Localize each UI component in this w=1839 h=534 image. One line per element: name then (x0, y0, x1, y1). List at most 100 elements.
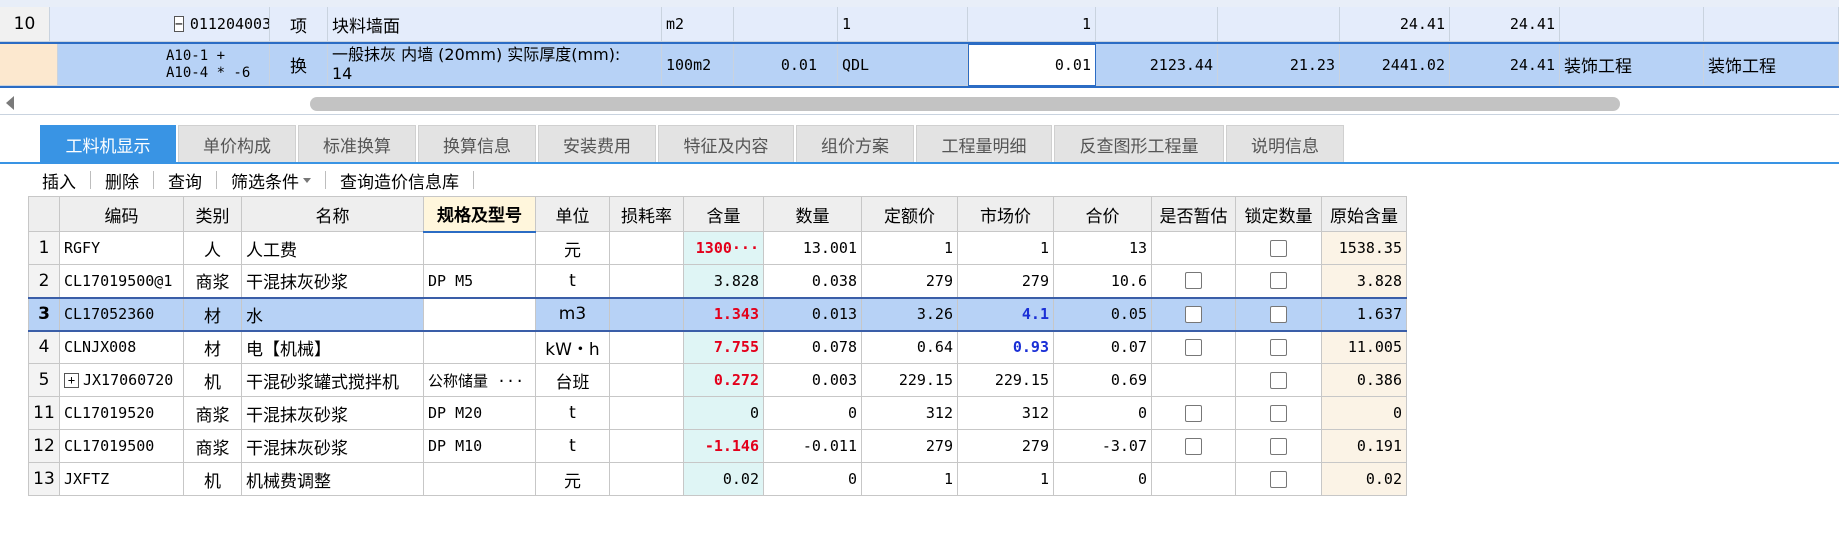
tab-unit-price-composition[interactable]: 单价构成 (178, 125, 296, 163)
loss-rate-header[interactable]: 损耗率 (609, 196, 684, 232)
lock-qty-cell[interactable] (1235, 296, 1322, 332)
category-cell[interactable]: 商浆 (183, 264, 242, 298)
filter-dropdown[interactable]: 筛选条件 (217, 168, 325, 193)
tab-installation-fees[interactable]: 安装费用 (538, 125, 656, 163)
tab-features-content[interactable]: 特征及内容 (658, 125, 794, 163)
unit-cell[interactable]: 元 (535, 462, 610, 496)
tab-quantity-details[interactable]: 工程量明细 (916, 125, 1052, 163)
market-price-cell[interactable]: 279 (957, 264, 1054, 298)
name-cell[interactable]: 人工费 (241, 231, 424, 265)
table-row[interactable]: 1 RGFY 人 人工费 元 1300··· 13.001 1 1 13 1538.35 (28, 231, 1407, 265)
is-estimate-cell[interactable] (1151, 330, 1236, 364)
tab-labor-material-machine[interactable]: 工料机显示 (40, 125, 176, 163)
name-cell[interactable]: 电【机械】 (241, 330, 424, 364)
estimate-checkbox[interactable] (1185, 338, 1202, 356)
unit-cell[interactable]: m3 (535, 296, 610, 332)
lock-qty-checkbox[interactable] (1270, 239, 1287, 257)
table-row[interactable]: 13 JXFTZ 机 机械费调整 元 0.02 0 1 1 0 0.02 (28, 462, 1407, 496)
lock-qty-checkbox[interactable] (1270, 305, 1287, 323)
query-price-db-button[interactable]: 查询造价信息库 (326, 168, 473, 193)
lock-qty-checkbox[interactable] (1270, 470, 1287, 488)
is-estimate-cell[interactable] (1151, 264, 1236, 298)
quantity-cell[interactable]: 0.003 (763, 363, 862, 397)
name-cell[interactable]: 干混抹灰砂浆 (241, 396, 424, 430)
category-cell[interactable]: 机 (183, 462, 242, 496)
loss-rate-cell[interactable] (609, 296, 684, 332)
code-cell[interactable]: RGFY (59, 231, 184, 265)
quota-qty-input[interactable]: 0.01 (968, 44, 1096, 86)
lock-qty-cell[interactable] (1235, 462, 1322, 496)
lock-qty-cell[interactable] (1235, 330, 1322, 364)
estimate-checkbox[interactable] (1185, 404, 1202, 422)
content-cell[interactable]: 0.272 (683, 363, 764, 397)
market-price-cell[interactable]: 0.93 (957, 330, 1054, 364)
row-no-header[interactable] (28, 196, 60, 232)
table-row[interactable]: 4 CLNJX008 材 电【机械】 kW・h 7.755 0.078 0.64 0.93 0.0… (28, 330, 1407, 364)
table-row[interactable]: 2 CL17019500@1 商浆 干混抹灰砂浆 DP M5 t 3.828 0.038 279… (28, 264, 1407, 298)
lock-qty-cell[interactable] (1235, 429, 1322, 463)
content-header[interactable]: 含量 (683, 196, 764, 232)
quantity-header[interactable]: 数量 (763, 196, 862, 232)
spec-cell[interactable]: DP M5 (423, 264, 536, 298)
quota-name-cell[interactable]: 一般抹灰 内墙 (20mm) 实际厚度(mm): 14 (328, 44, 662, 86)
collapse-icon[interactable]: − (174, 16, 184, 32)
market-price-header[interactable]: 市场价 (957, 196, 1054, 232)
quantity-cell[interactable]: 13.001 (763, 231, 862, 265)
bill-row-10[interactable]: 10 − 011204003001 项 块料墙面 m2 1 1 24.41 24… (0, 7, 1839, 42)
quantity-cell[interactable]: 0 (763, 396, 862, 430)
lock-qty-cell[interactable] (1235, 363, 1322, 397)
market-price-cell[interactable]: 4.1 (957, 296, 1054, 332)
loss-rate-cell[interactable] (609, 330, 684, 364)
category-cell[interactable]: 人 (183, 231, 242, 265)
spec-cell[interactable] (423, 462, 536, 496)
quantity-cell[interactable]: 0.013 (763, 296, 862, 332)
spec-cell[interactable] (423, 330, 536, 364)
content-cell[interactable]: -1.146 (683, 429, 764, 463)
bill-code-cell[interactable]: − 011204003001 (50, 7, 270, 42)
tab-pricing-scheme[interactable]: 组价方案 (796, 125, 914, 163)
unit-cell[interactable]: 台班 (535, 363, 610, 397)
spec-header[interactable]: 规格及型号 (423, 196, 536, 233)
market-price-cell[interactable]: 1 (957, 231, 1054, 265)
delete-button[interactable]: 删除 (91, 168, 153, 193)
estimate-checkbox[interactable] (1185, 305, 1202, 323)
table-row[interactable]: 11 CL17019520 商浆 干混抹灰砂浆 DP M20 t 0 0 312 312 0 0 (28, 396, 1407, 430)
market-price-cell[interactable]: 1 (957, 462, 1054, 496)
name-cell[interactable]: 水 (241, 296, 424, 332)
spec-cell[interactable]: DP M10 (423, 429, 536, 463)
tab-standard-conversion[interactable]: 标准换算 (298, 125, 416, 163)
tab-conversion-info[interactable]: 换算信息 (418, 125, 536, 163)
loss-rate-cell[interactable] (609, 231, 684, 265)
estimate-checkbox[interactable] (1185, 272, 1202, 290)
estimate-checkbox[interactable] (1185, 437, 1202, 455)
unit-cell[interactable]: t (535, 396, 610, 430)
lock-qty-checkbox[interactable] (1270, 371, 1287, 389)
quantity-cell[interactable]: 0.078 (763, 330, 862, 364)
table-row[interactable]: 3 CL17052360 材 水 m3 1.343 0.013 3.26 4.1 0.05 1.63… (28, 296, 1407, 332)
loss-rate-cell[interactable] (609, 462, 684, 496)
unit-cell[interactable]: 元 (535, 231, 610, 265)
code-cell[interactable]: CL17019500 (59, 429, 184, 463)
quantity-cell[interactable]: 0.038 (763, 264, 862, 298)
name-cell[interactable]: 机械费调整 (241, 462, 424, 496)
content-cell[interactable]: 7.755 (683, 330, 764, 364)
market-price-cell[interactable]: 229.15 (957, 363, 1054, 397)
spec-cell[interactable]: DP M20 (423, 396, 536, 430)
is-estimate-cell[interactable] (1151, 429, 1236, 463)
category-header[interactable]: 类别 (183, 196, 242, 232)
unit-cell[interactable]: t (535, 429, 610, 463)
code-cell[interactable]: CL17052360 (59, 296, 184, 332)
is-estimate-cell[interactable] (1151, 396, 1236, 430)
lock-qty-checkbox[interactable] (1270, 437, 1287, 455)
spec-cell[interactable]: 公称储量 ··· (423, 363, 536, 397)
content-cell[interactable]: 0 (683, 396, 764, 430)
code-header[interactable]: 编码 (59, 196, 184, 232)
unit-cell[interactable]: t (535, 264, 610, 298)
is-estimate-cell[interactable] (1151, 231, 1236, 265)
code-cell[interactable]: CL17019500@1 (59, 264, 184, 298)
insert-button[interactable]: 插入 (0, 168, 90, 193)
code-cell[interactable]: CLNJX008 (59, 330, 184, 364)
category-cell[interactable]: 商浆 (183, 396, 242, 430)
loss-rate-cell[interactable] (609, 264, 684, 298)
category-cell[interactable]: 材 (183, 296, 242, 332)
